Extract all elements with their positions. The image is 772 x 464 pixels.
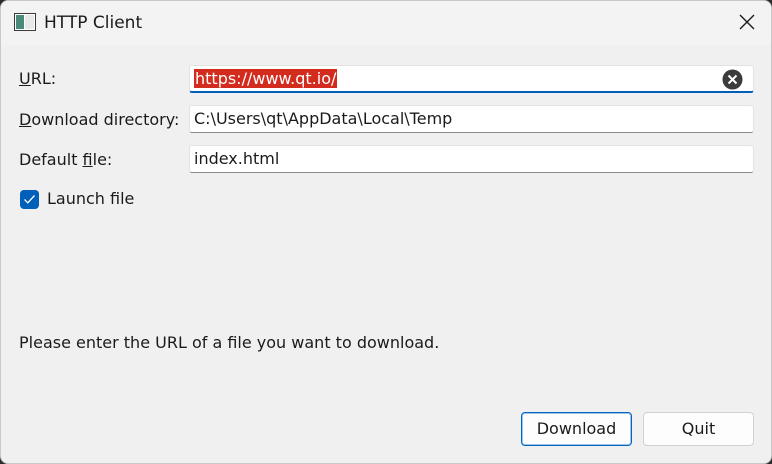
url-label: URL: (19, 69, 57, 88)
url-field[interactable]: https://www.qt.io/ (189, 65, 754, 93)
download-directory-value: C:\Users\qt\AppData\Local\Temp (194, 109, 453, 128)
default-file-label: Default file: (19, 150, 113, 169)
default-file-value: index.html (194, 149, 280, 168)
status-message: Please enter the URL of a file you want … (19, 333, 440, 352)
default-file-field[interactable]: index.html (189, 145, 754, 173)
launch-file-checkbox[interactable] (20, 190, 39, 209)
checkmark-icon (24, 195, 35, 204)
clear-icon (722, 69, 743, 90)
url-value: https://www.qt.io/ (194, 69, 338, 88)
launch-file-label[interactable]: Launch file (47, 189, 134, 208)
app-icon (14, 13, 36, 31)
download-directory-field[interactable]: C:\Users\qt\AppData\Local\Temp (189, 105, 754, 133)
quit-button[interactable]: Quit (643, 412, 754, 446)
window-title: HTTP Client (44, 13, 143, 33)
clear-url-button[interactable] (722, 69, 743, 90)
download-button[interactable]: Download (521, 412, 632, 446)
http-client-window: HTTP Client URL: https://www.qt.io/ Down… (0, 0, 772, 464)
download-directory-label: Download directory: (19, 110, 180, 129)
title-bar: HTTP Client (1, 1, 771, 45)
close-button[interactable] (725, 1, 771, 45)
close-icon (739, 14, 755, 30)
